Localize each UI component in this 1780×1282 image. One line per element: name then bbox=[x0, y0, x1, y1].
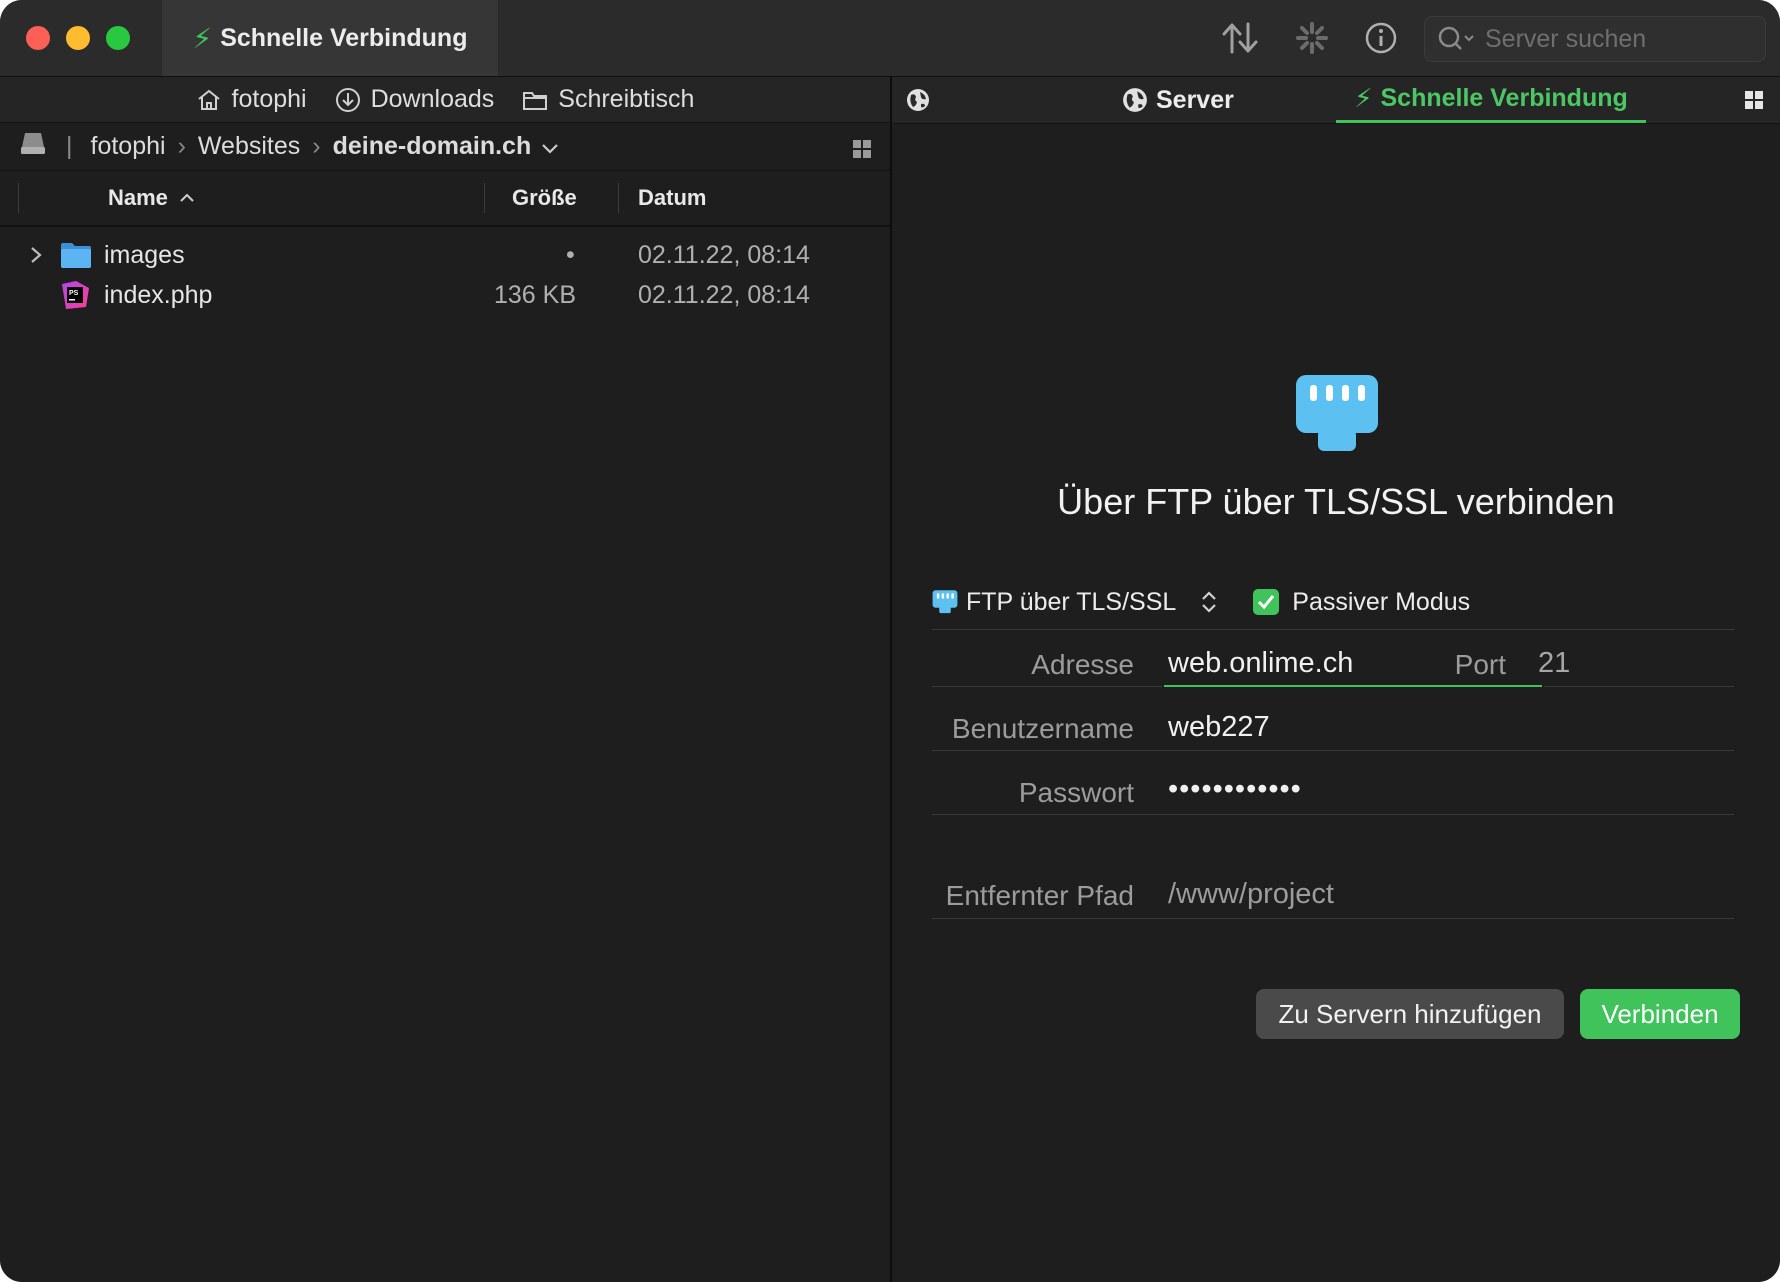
breadcrumb: | fotophi › Websites › deine-domain.ch bbox=[0, 123, 890, 171]
tab-server[interactable]: Server bbox=[1122, 77, 1234, 123]
file-name: images bbox=[104, 240, 185, 269]
breadcrumb-websites[interactable]: Websites bbox=[198, 132, 300, 161]
file-size: • bbox=[566, 240, 575, 269]
favorites-bar: fotophi Downloads Schreibtisch bbox=[0, 77, 890, 123]
add-to-servers-button[interactable]: Zu Servern hinzufügen bbox=[1256, 989, 1564, 1039]
title-bar: ⚡ Schnelle Verbindung Server suchen bbox=[0, 0, 1780, 77]
remote-path-field[interactable]: /www/project bbox=[1168, 878, 1334, 911]
favorite-label: Schreibtisch bbox=[558, 85, 695, 113]
form-divider bbox=[932, 918, 1734, 919]
grid-view-icon[interactable] bbox=[852, 137, 872, 166]
form-divider bbox=[932, 814, 1734, 815]
table-row[interactable]: PS index.php 136 KB 02.11.22, 08:14 bbox=[0, 275, 890, 315]
local-file-pane: fotophi Downloads Schreibtisch | fotophi… bbox=[0, 77, 892, 1282]
updown-chevron-icon[interactable] bbox=[1200, 589, 1218, 615]
sort-ascending-icon bbox=[180, 193, 194, 202]
passive-mode-label: Passiver Modus bbox=[1292, 587, 1471, 616]
file-date: 02.11.22, 08:14 bbox=[638, 280, 810, 309]
quick-connect-pane: Server ⚡ Schnelle Verbindung Über FTP üb… bbox=[892, 77, 1780, 1282]
column-divider bbox=[18, 183, 19, 213]
tab-quick-connect-right[interactable]: ⚡ Schnelle Verbindung bbox=[1336, 77, 1646, 123]
folder-icon bbox=[523, 91, 548, 110]
passive-mode-checkbox[interactable] bbox=[1252, 588, 1280, 616]
chevron-right-icon: › bbox=[312, 132, 321, 160]
password-field[interactable]: •••••••••••• bbox=[1168, 773, 1302, 806]
folder-icon bbox=[60, 235, 92, 275]
form-divider bbox=[932, 629, 1734, 630]
port-field[interactable]: 21 bbox=[1538, 647, 1570, 680]
favorite-downloads[interactable]: Downloads bbox=[335, 85, 495, 114]
tab-title: Schnelle Verbindung bbox=[220, 23, 468, 52]
column-name-label: Name bbox=[108, 185, 168, 210]
breadcrumb-divider: | bbox=[66, 132, 73, 160]
search-placeholder: Server suchen bbox=[1485, 24, 1647, 53]
form-divider bbox=[932, 686, 1162, 687]
svg-text:PS: PS bbox=[69, 290, 79, 297]
tab-quick-label: Schnelle Verbindung bbox=[1380, 84, 1628, 112]
disk-icon[interactable] bbox=[20, 130, 46, 163]
column-name[interactable]: Name bbox=[108, 171, 196, 225]
file-date: 02.11.22, 08:14 bbox=[638, 240, 810, 269]
favorite-fotophi[interactable]: fotophi bbox=[196, 85, 307, 114]
maximize-window-button[interactable] bbox=[106, 26, 130, 50]
username-label: Benutzername bbox=[951, 713, 1134, 744]
app-window: ⚡ Schnelle Verbindung Server suchen foto… bbox=[0, 0, 1780, 1282]
phpstorm-file-icon: PS bbox=[60, 275, 90, 315]
transfer-arrows-icon[interactable] bbox=[1220, 18, 1260, 58]
connect-button[interactable]: Verbinden bbox=[1580, 989, 1740, 1039]
favorite-label: Downloads bbox=[370, 85, 495, 113]
chevron-right-icon: › bbox=[177, 132, 186, 160]
tab-quick-connect[interactable]: ⚡ Schnelle Verbindung bbox=[162, 0, 498, 76]
address-focus-underline bbox=[1164, 685, 1542, 687]
protocol-select[interactable]: FTP über TLS/SSL bbox=[966, 588, 1176, 617]
bolt-icon: ⚡ bbox=[192, 22, 213, 54]
password-label: Passwort bbox=[1018, 777, 1134, 808]
ethernet-plug-icon bbox=[932, 589, 958, 615]
column-header: Name Größe Datum bbox=[0, 171, 890, 227]
globe-icon[interactable] bbox=[906, 77, 930, 123]
bolt-icon: ⚡ bbox=[1354, 83, 1373, 113]
connect-heading: Über FTP über TLS/SSL verbinden bbox=[1057, 481, 1615, 522]
search-icon bbox=[1438, 26, 1474, 50]
column-size[interactable]: Größe bbox=[512, 171, 577, 225]
right-tab-bar: Server ⚡ Schnelle Verbindung bbox=[892, 77, 1780, 124]
ethernet-plug-icon bbox=[1294, 373, 1380, 460]
close-window-button[interactable] bbox=[26, 26, 50, 50]
download-icon bbox=[335, 87, 360, 112]
breadcrumb-current[interactable]: deine-domain.ch bbox=[333, 132, 532, 161]
chevron-down-icon[interactable] bbox=[541, 132, 559, 161]
minimize-window-button[interactable] bbox=[66, 26, 90, 50]
form-divider bbox=[932, 750, 1734, 751]
table-row[interactable]: images • 02.11.22, 08:14 bbox=[0, 235, 890, 275]
remote-path-label: Entfernter Pfad bbox=[945, 880, 1134, 911]
favorite-label: fotophi bbox=[231, 85, 307, 113]
form-divider bbox=[1544, 686, 1734, 687]
home-icon bbox=[197, 89, 220, 110]
server-search-field[interactable]: Server suchen bbox=[1424, 16, 1766, 62]
column-date[interactable]: Datum bbox=[638, 171, 706, 225]
file-size: 136 KB bbox=[494, 280, 577, 309]
port-label: Port bbox=[1454, 649, 1506, 680]
username-field[interactable]: web227 bbox=[1168, 711, 1270, 744]
file-name: index.php bbox=[104, 280, 213, 309]
protocol-options-row: FTP über TLS/SSL Passiver Modus bbox=[932, 577, 1732, 627]
favorite-schreibtisch[interactable]: Schreibtisch bbox=[522, 85, 694, 114]
info-icon[interactable] bbox=[1361, 18, 1401, 58]
column-divider bbox=[484, 183, 485, 213]
address-field[interactable]: web.onlime.ch bbox=[1168, 647, 1353, 680]
grid-view-icon[interactable] bbox=[1744, 77, 1764, 123]
disclosure-chevron-icon[interactable] bbox=[28, 235, 44, 275]
address-label: Adresse bbox=[1031, 649, 1134, 680]
activity-spinner-icon[interactable] bbox=[1292, 18, 1332, 58]
globe-icon bbox=[1123, 88, 1147, 112]
tab-server-label: Server bbox=[1156, 85, 1234, 114]
column-divider bbox=[618, 183, 619, 213]
breadcrumb-fotophi[interactable]: fotophi bbox=[91, 132, 166, 161]
